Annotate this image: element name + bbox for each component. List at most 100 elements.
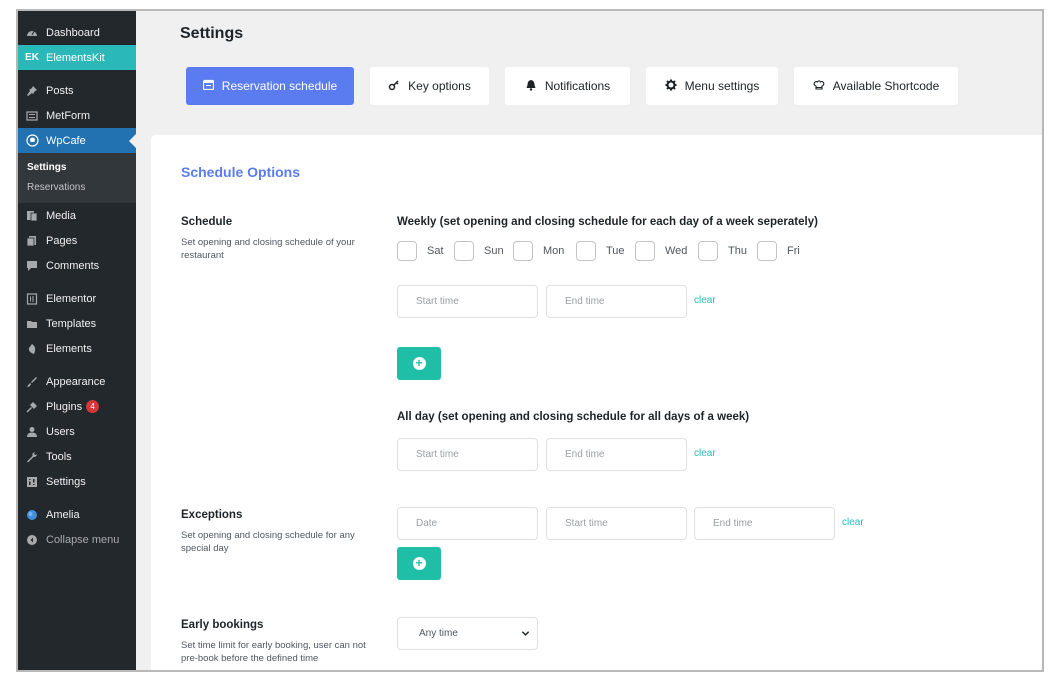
sidebar-item-label: Pages bbox=[46, 234, 78, 247]
early-bookings-label: Early bookings bbox=[181, 619, 264, 631]
plugin-icon bbox=[25, 400, 39, 414]
form-icon bbox=[25, 109, 39, 123]
tab-available-shortcode[interactable]: Available Shortcode bbox=[794, 67, 958, 105]
sidebar-item-label: Elementor bbox=[46, 292, 97, 305]
sidebar-item-posts[interactable]: Posts bbox=[18, 78, 136, 103]
allday-schedule-heading: All day (set opening and closing schedul… bbox=[397, 411, 750, 423]
day-checkbox-tue[interactable]: Tue bbox=[576, 241, 625, 261]
folder-icon bbox=[25, 317, 39, 331]
day-checkbox-sat[interactable]: Sat bbox=[397, 241, 444, 261]
checkbox[interactable] bbox=[635, 241, 655, 261]
elements-icon bbox=[25, 342, 39, 356]
settings-icon bbox=[25, 475, 39, 489]
calendar-icon bbox=[202, 79, 214, 93]
sidebar-item-label: WpCafe bbox=[46, 134, 86, 147]
tab-label: Key options bbox=[408, 79, 471, 93]
exception-start-time-input[interactable]: Start time bbox=[546, 507, 687, 540]
tab-reservation-schedule[interactable]: Reservation schedule bbox=[186, 67, 354, 105]
sidebar-item-label: Plugins bbox=[46, 400, 83, 413]
tab-label: Available Shortcode bbox=[832, 79, 940, 93]
allday-end-time-input[interactable]: End time bbox=[546, 438, 687, 471]
checkbox[interactable] bbox=[576, 241, 596, 261]
day-label: Mon bbox=[543, 245, 565, 257]
brush-icon bbox=[25, 375, 39, 389]
sidebar-item-label: Appearance bbox=[46, 375, 106, 388]
sidebar-item-elements[interactable]: Elements bbox=[18, 336, 136, 361]
allday-start-time-input[interactable]: Start time bbox=[397, 438, 538, 471]
sidebar-item-label: Dashboard bbox=[46, 26, 100, 39]
sidebar-item-media[interactable]: Media bbox=[18, 203, 136, 228]
day-checkbox-wed[interactable]: Wed bbox=[635, 241, 687, 261]
sidebar-item-label: Elements bbox=[46, 342, 92, 355]
admin-sidebar: Dashboard EK ElementsKit Posts MetForm W… bbox=[18, 11, 136, 670]
sidebar-item-plugins[interactable]: Plugins 4 bbox=[18, 394, 136, 419]
day-checkbox-thu[interactable]: Thu bbox=[698, 241, 747, 261]
checkbox[interactable] bbox=[513, 241, 533, 261]
exceptions-label: Exceptions bbox=[181, 509, 243, 521]
section-title: Schedule Options bbox=[181, 164, 301, 180]
sidebar-item-comments[interactable]: Comments bbox=[18, 253, 136, 278]
sidebar-item-label: Amelia bbox=[46, 508, 80, 521]
sidebar-item-pages[interactable]: Pages bbox=[18, 228, 136, 253]
sidebar-item-label: Collapse menu bbox=[46, 533, 120, 546]
user-icon bbox=[25, 425, 39, 439]
day-checkbox-sun[interactable]: Sun bbox=[454, 241, 504, 261]
submenu-item-settings[interactable]: Settings bbox=[18, 157, 136, 177]
weekly-start-time-input[interactable]: Start time bbox=[397, 285, 538, 318]
weekly-end-time-input[interactable]: End time bbox=[546, 285, 687, 318]
sidebar-item-label: Users bbox=[46, 425, 75, 438]
tab-menu-settings[interactable]: Menu settings bbox=[646, 67, 778, 105]
sidebar-item-dashboard[interactable]: Dashboard bbox=[18, 20, 136, 45]
tab-key-options[interactable]: Key options bbox=[370, 67, 489, 105]
bell-icon bbox=[525, 79, 537, 94]
day-label: Tue bbox=[606, 245, 625, 257]
day-checkbox-fri[interactable]: Fri bbox=[757, 241, 800, 261]
cafe-icon bbox=[25, 134, 39, 148]
day-label: Thu bbox=[728, 245, 747, 257]
add-exception-button[interactable]: + bbox=[397, 547, 441, 580]
day-label: Sun bbox=[484, 245, 504, 257]
weekly-schedule-heading: Weekly (set opening and closing schedule… bbox=[397, 216, 818, 228]
sidebar-item-elementskit[interactable]: EK ElementsKit bbox=[18, 45, 136, 70]
page-title: Settings bbox=[180, 25, 244, 42]
sidebar-item-users[interactable]: Users bbox=[18, 419, 136, 444]
sidebar-item-wpcafe[interactable]: WpCafe bbox=[18, 128, 136, 153]
sidebar-item-label: Comments bbox=[46, 259, 100, 272]
day-label: Sat bbox=[427, 245, 444, 257]
elementor-icon bbox=[25, 292, 39, 306]
allday-clear-link[interactable]: clear bbox=[694, 448, 716, 459]
pages-icon bbox=[25, 234, 39, 248]
sidebar-item-settings[interactable]: Settings bbox=[18, 469, 136, 494]
submenu-item-reservations[interactable]: Reservations bbox=[18, 177, 136, 197]
sidebar-item-metform[interactable]: MetForm bbox=[18, 103, 136, 128]
sidebar-item-templates[interactable]: Templates bbox=[18, 311, 136, 336]
day-checkbox-mon[interactable]: Mon bbox=[513, 241, 564, 261]
sidebar-item-elementor[interactable]: Elementor bbox=[18, 286, 136, 311]
exception-clear-link[interactable]: clear bbox=[842, 517, 864, 528]
plugins-update-badge: 4 bbox=[86, 400, 100, 413]
exception-date-input[interactable]: Date bbox=[397, 507, 538, 540]
early-bookings-description: Set time limit for early booking, user c… bbox=[181, 640, 366, 664]
collapse-menu-button[interactable]: Collapse menu bbox=[18, 527, 136, 552]
tab-label: Reservation schedule bbox=[221, 79, 338, 93]
sidebar-item-label: ElementsKit bbox=[46, 51, 105, 64]
add-weekly-schedule-button[interactable]: + bbox=[397, 347, 441, 380]
tab-notifications[interactable]: Notifications bbox=[505, 67, 630, 105]
weekly-clear-link[interactable]: clear bbox=[694, 295, 716, 306]
elementskit-icon: EK bbox=[25, 52, 39, 63]
early-booking-select[interactable]: Any time bbox=[397, 617, 538, 650]
sidebar-item-tools[interactable]: Tools bbox=[18, 444, 136, 469]
checkbox[interactable] bbox=[397, 241, 417, 261]
app-window: Dashboard EK ElementsKit Posts MetForm W… bbox=[16, 9, 1044, 672]
key-icon bbox=[388, 79, 400, 94]
sidebar-item-amelia[interactable]: Amelia bbox=[18, 502, 136, 527]
exception-end-time-input[interactable]: End time bbox=[694, 507, 835, 540]
wpcafe-submenu: Settings Reservations bbox=[18, 153, 136, 203]
media-icon bbox=[25, 209, 39, 223]
sidebar-item-appearance[interactable]: Appearance bbox=[18, 369, 136, 394]
checkbox[interactable] bbox=[757, 241, 777, 261]
pin-icon bbox=[25, 84, 39, 98]
plus-circle-icon: + bbox=[412, 357, 426, 370]
checkbox[interactable] bbox=[698, 241, 718, 261]
checkbox[interactable] bbox=[454, 241, 474, 261]
